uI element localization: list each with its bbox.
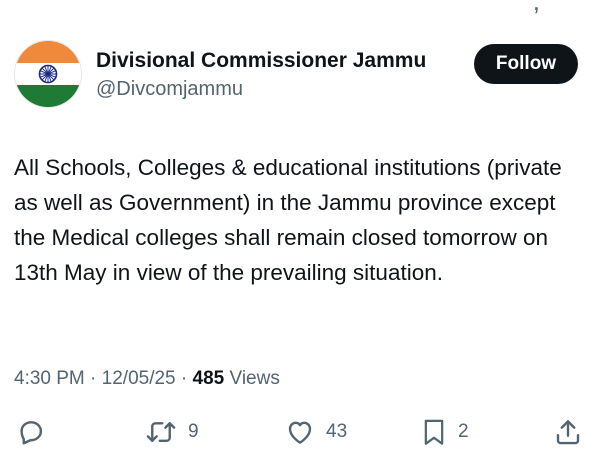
repost-count: 9 [188,421,199,442]
meta-separator: · [90,368,97,389]
follow-button[interactable]: Follow [474,44,578,84]
meta-separator: · [180,368,188,389]
share-icon [556,420,580,445]
repost-icon [146,422,176,442]
post-header: Divisional Commissioner Jammu @Divcomjam… [14,40,582,112]
author-display-name[interactable]: Divisional Commissioner Jammu [96,48,426,74]
ashoka-chakra-icon [38,64,58,84]
post-date[interactable]: 12/05/25 [102,368,176,389]
post-detail-view: , Divisional Commissioner Jammu @Divcomj… [0,0,600,458]
reply-button[interactable] [16,414,46,450]
post-time[interactable]: 4:30 PM [14,368,85,389]
avatar[interactable] [14,40,82,108]
author-names: Divisional Commissioner Jammu @Divcomjam… [96,48,426,102]
action-bar: 9 43 2 [0,414,600,450]
bookmark-icon [424,419,444,445]
like-count: 43 [326,421,348,442]
post-meta: 4:30 PM · 12/05/25 · 485 Views [14,366,280,392]
heart-icon [288,421,312,444]
like-button[interactable]: 43 [284,414,347,450]
bookmark-count: 2 [458,421,469,442]
cropped-top-glyph: , [532,0,542,16]
share-button[interactable] [553,414,583,450]
bookmark-button[interactable]: 2 [420,414,469,450]
repost-button[interactable]: 9 [144,414,199,450]
views-count: 485 [192,368,225,389]
views-label: Views [229,368,280,389]
reply-icon [20,421,43,445]
post-text: All Schools, Colleges & educational inst… [14,155,562,285]
author-handle[interactable]: @Divcomjammu [96,76,426,102]
